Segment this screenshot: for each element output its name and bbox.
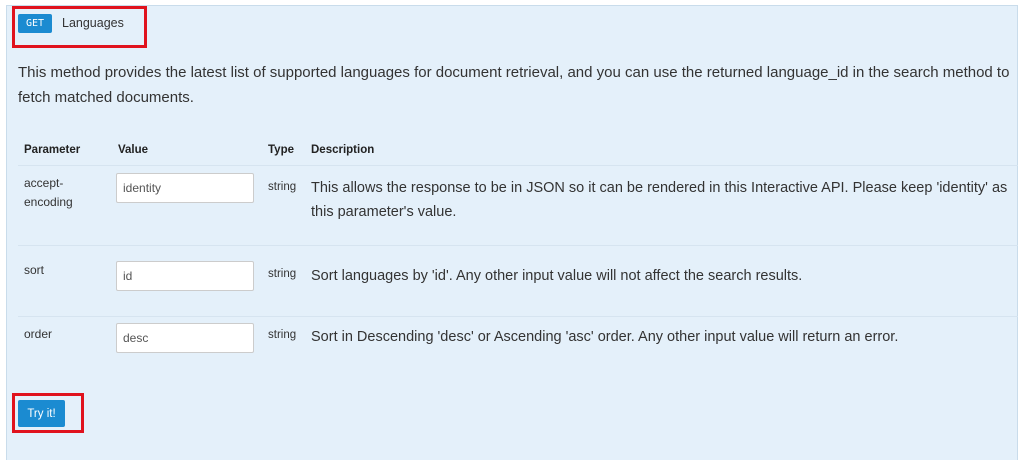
param-name-order: order (24, 327, 53, 341)
param-name-sort: sort (24, 263, 45, 277)
endpoint-description: This method provides the latest list of … (18, 64, 1010, 106)
header-type: Type (268, 144, 294, 156)
endpoint-name[interactable]: Languages (62, 14, 124, 33)
param-type-sort: string (268, 268, 297, 280)
param-description-sort: Sort languages by 'id'. Any other input … (311, 268, 803, 284)
header-divider (18, 165, 1018, 166)
order-input[interactable] (116, 323, 254, 353)
method-badge: GET (18, 14, 52, 33)
accept-encoding-input[interactable] (116, 173, 254, 203)
param-name-accept-encoding: accept-encoding (24, 176, 73, 209)
param-description-order: Sort in Descending 'desc' or Ascending '… (311, 329, 899, 345)
param-type-accept-encoding: string (268, 181, 297, 193)
header-parameter: Parameter (24, 144, 81, 156)
try-it-button[interactable]: Try it! (18, 400, 65, 427)
header-description: Description (311, 144, 375, 156)
param-type-order: string (268, 329, 297, 341)
sort-input[interactable] (116, 261, 254, 291)
row-divider (18, 245, 1018, 246)
header-value: Value (118, 144, 149, 156)
param-description-accept-encoding: This allows the response to be in JSON s… (311, 180, 1008, 220)
row-divider (18, 316, 1018, 317)
